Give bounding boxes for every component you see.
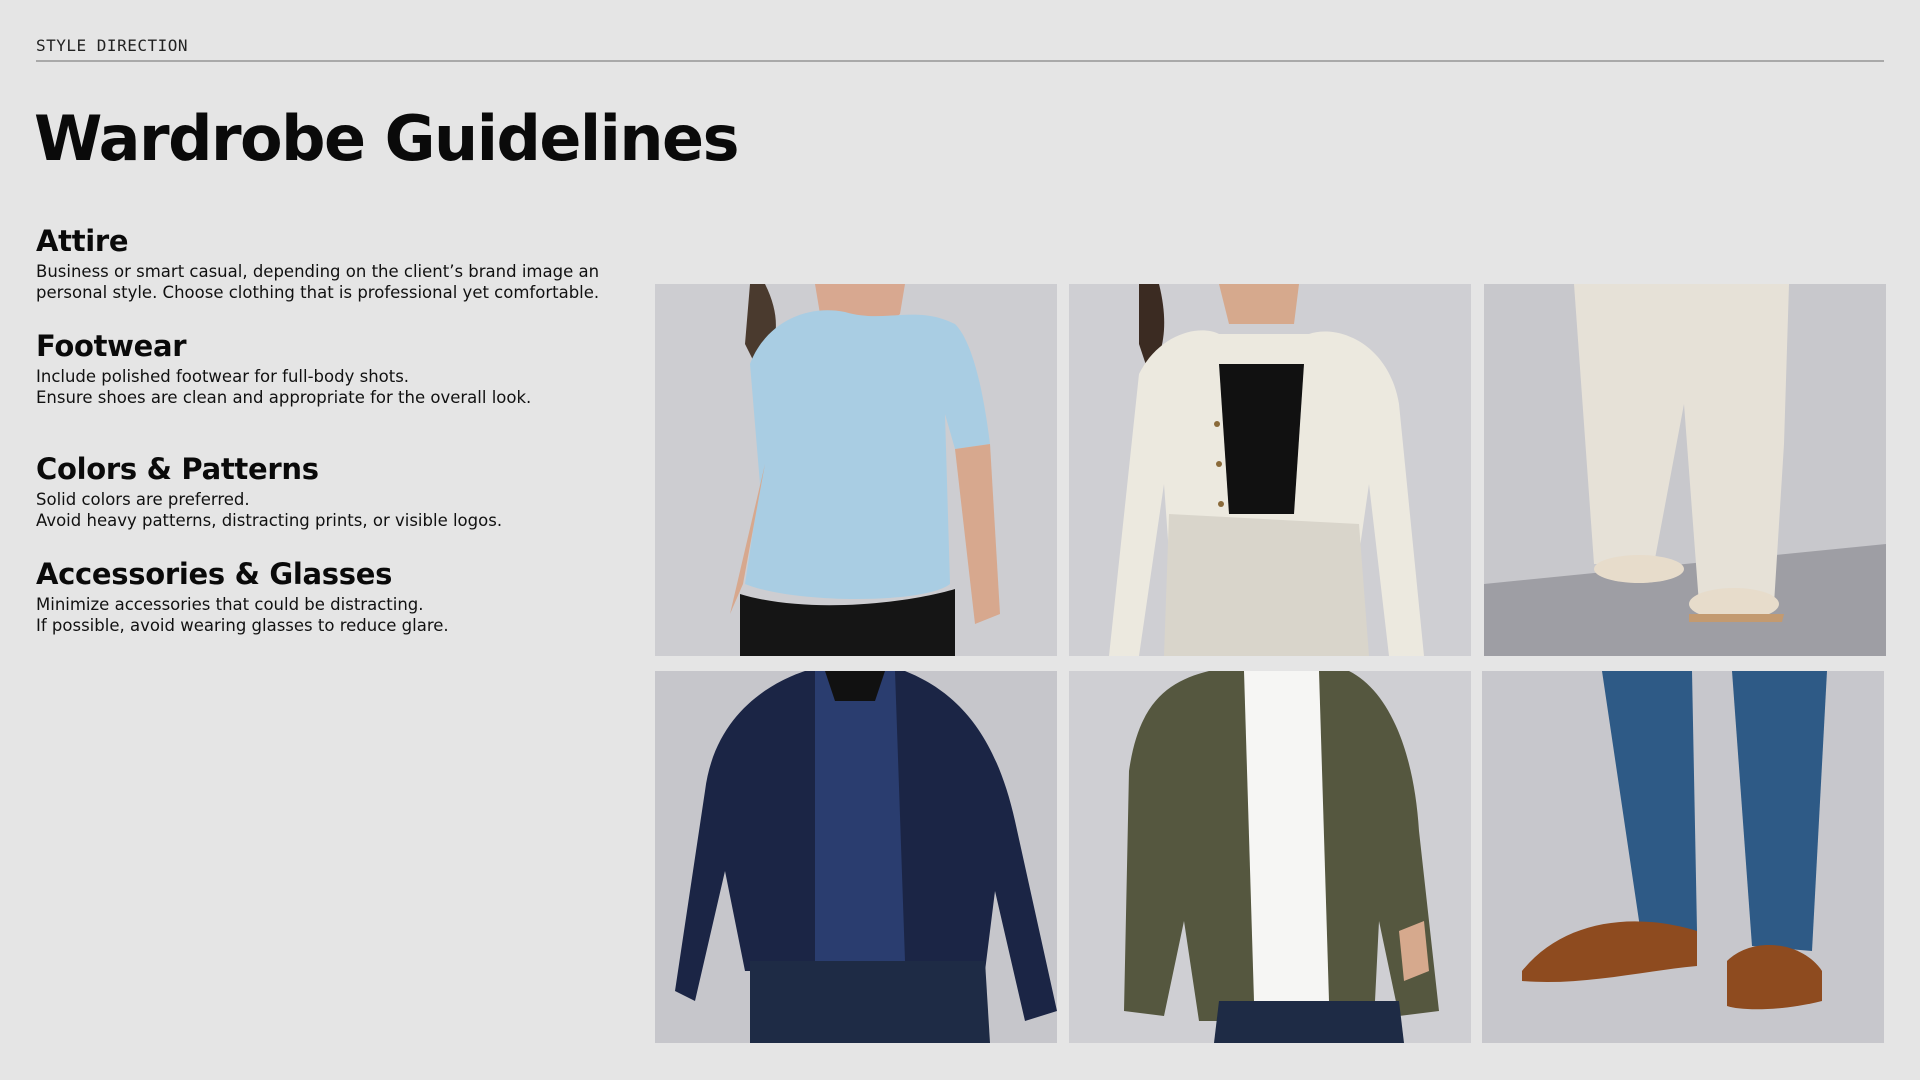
photo-jeans-oxfords bbox=[1482, 671, 1884, 1043]
section-heading: Footwear bbox=[36, 329, 187, 363]
photo-navy-blazer bbox=[655, 671, 1057, 1043]
section-accessories-glasses: Accessories & Glasses Minimize accessori… bbox=[36, 557, 636, 637]
header-divider bbox=[36, 60, 1884, 62]
section-attire: Attire Business or smart casual, dependi… bbox=[36, 224, 636, 304]
section-heading: Accessories & Glasses bbox=[36, 557, 393, 591]
section-body: Solid colors are preferred. Avoid heavy p… bbox=[36, 489, 503, 531]
section-body: Business or smart casual, depending on t… bbox=[36, 261, 600, 303]
section-body: Minimize accessories that could be distr… bbox=[36, 594, 449, 636]
section-heading: Attire bbox=[36, 224, 129, 258]
section-body: Include polished footwear for full-body … bbox=[36, 366, 532, 408]
photo-olive-overshirt bbox=[1069, 671, 1471, 1043]
photo-cream-cardigan bbox=[1069, 284, 1471, 656]
photo-blue-tee bbox=[655, 284, 1057, 656]
section-colors-patterns: Colors & Patterns Solid colors are prefe… bbox=[36, 452, 636, 532]
photo-cream-trousers bbox=[1484, 284, 1886, 656]
section-heading: Colors & Patterns bbox=[36, 452, 319, 486]
section-footwear: Footwear Include polished footwear for f… bbox=[36, 329, 636, 409]
page-title: Wardrobe Guidelines bbox=[34, 102, 739, 175]
eyebrow-label: STYLE DIRECTION bbox=[36, 36, 188, 55]
